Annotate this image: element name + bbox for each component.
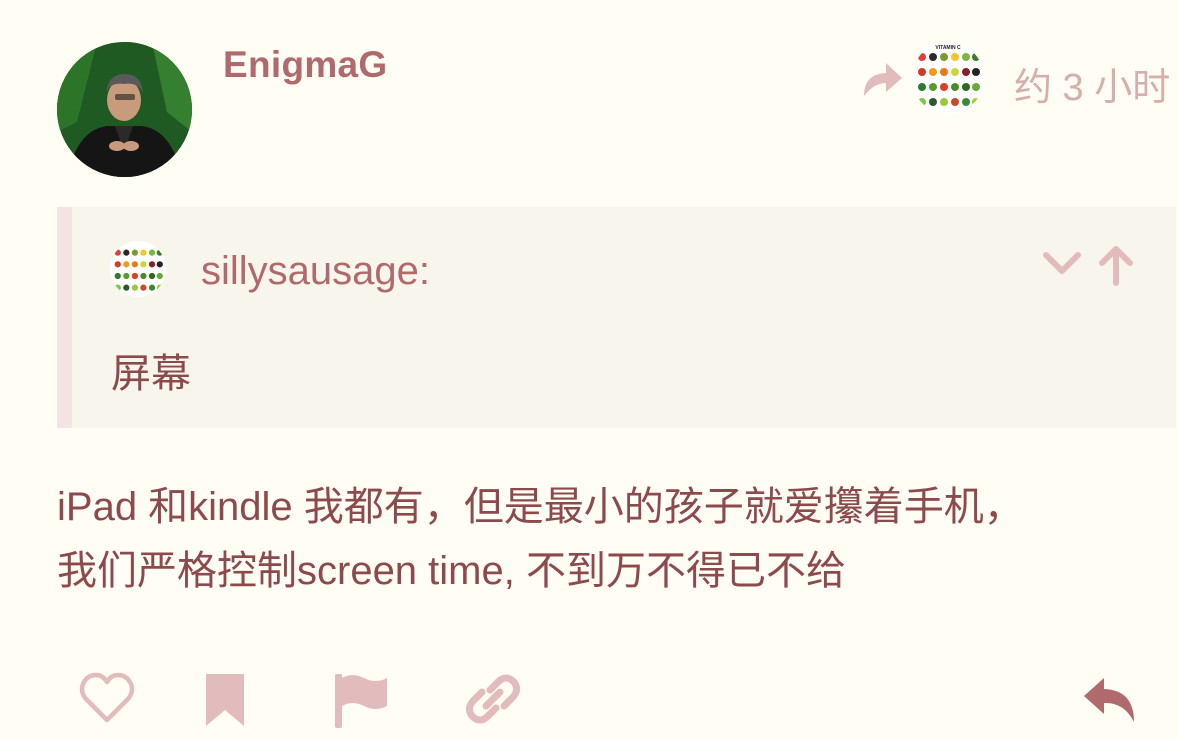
quote-text: 屏幕 [111, 352, 191, 396]
avatar[interactable] [57, 42, 192, 177]
vitamin-chart-thumbnail: VITAMIN C [912, 42, 984, 114]
reply-icon[interactable] [1080, 672, 1140, 726]
post: EnigmaG VITAMIN C 约 3 小时 sillysausage: 屏… [0, 0, 1179, 739]
flag-icon[interactable] [332, 670, 390, 728]
avatar-photo [57, 42, 192, 177]
reply-to-avatar[interactable]: VITAMIN C [912, 42, 984, 114]
username[interactable]: EnigmaG [223, 44, 388, 86]
post-body: iPad 和kindle 我都有，但是最小的孩子就爱攥着手机， 我们严格控制sc… [57, 475, 1167, 603]
link-icon[interactable] [464, 670, 522, 728]
vitamin-chart-thumbnail [110, 241, 166, 297]
heart-icon[interactable] [78, 670, 136, 726]
quote-username[interactable]: sillysausage: [201, 249, 430, 294]
vitamin-caption: VITAMIN C [935, 45, 961, 51]
chevron-down-icon[interactable] [1040, 245, 1084, 281]
quote-block: sillysausage: 屏幕 [57, 207, 1176, 428]
post-body-line: 我们严格控制screen time, 不到万不得已不给 [57, 549, 846, 593]
arrow-up-icon[interactable] [1094, 243, 1138, 287]
post-timestamp[interactable]: 约 3 小时 [1014, 56, 1170, 111]
post-body-line: iPad 和kindle 我都有，但是最小的孩子就爱攥着手机， [57, 485, 1024, 529]
quote-avatar[interactable] [110, 241, 166, 297]
bookmark-icon[interactable] [202, 670, 248, 728]
share-arrow-icon [864, 63, 902, 96]
